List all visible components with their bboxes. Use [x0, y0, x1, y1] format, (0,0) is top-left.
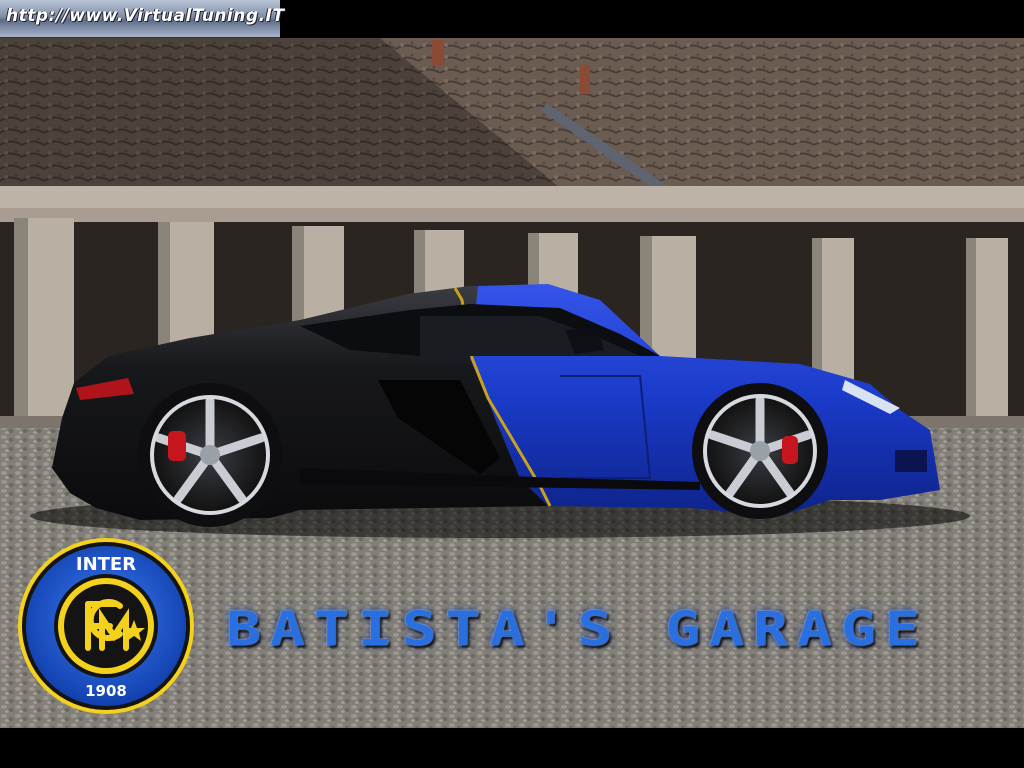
watermark-badge: http://www.VirtualTuning.IT	[0, 0, 284, 38]
logo-text-top: INTER	[75, 554, 137, 575]
logo-text-bottom: 1908	[85, 682, 127, 700]
watermark-url: http://www.VirtualTuning.IT	[6, 6, 285, 26]
front-wheel	[692, 383, 828, 519]
inter-logo: INTER 1908	[18, 540, 194, 716]
top-bar: http://www.VirtualTuning.IT	[0, 0, 1024, 38]
garage-title: BATISTA'S GARAGE	[226, 600, 929, 657]
bottom-bar	[0, 728, 1024, 768]
rear-wheel	[138, 383, 282, 527]
